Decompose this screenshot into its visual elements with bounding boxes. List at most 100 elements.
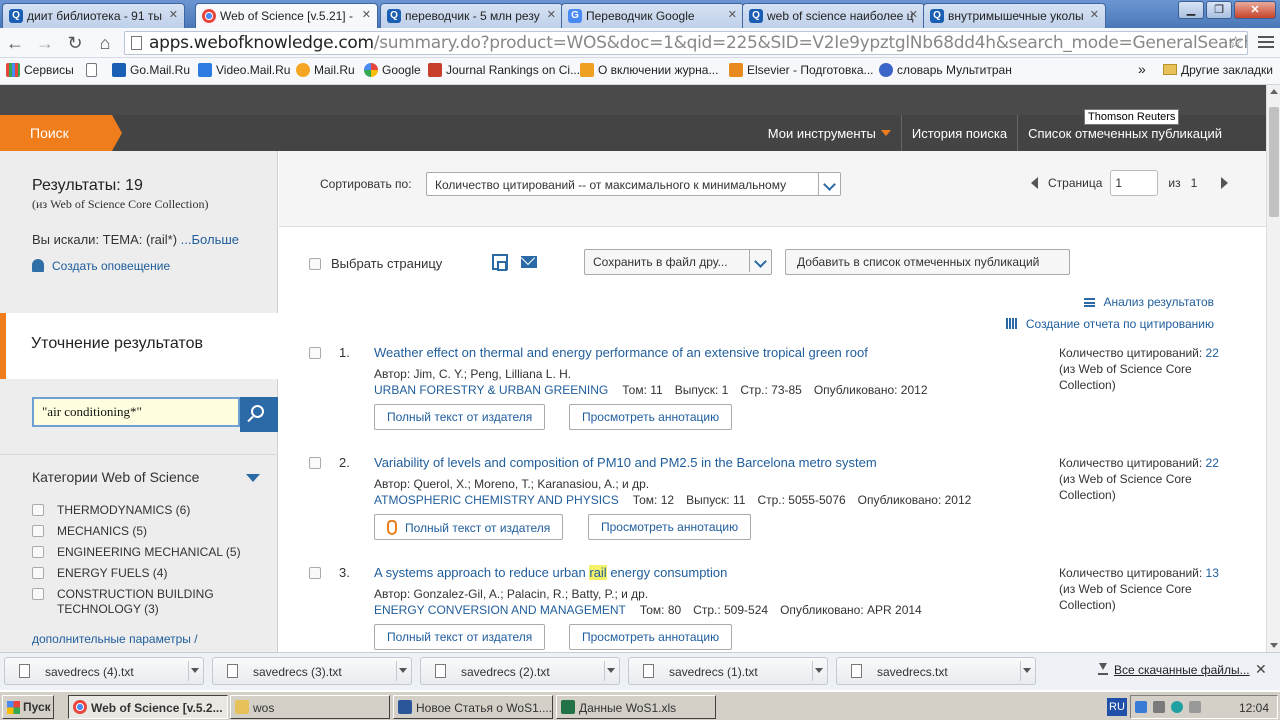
checkbox[interactable] [32, 546, 44, 558]
sort-select[interactable]: Количество цитирований -- от максимально… [426, 172, 841, 196]
full-text-button[interactable]: Полный текст от издателя [374, 404, 546, 430]
close-icon[interactable]: ✕ [1255, 661, 1267, 678]
close-tab-icon[interactable]: ✕ [169, 8, 178, 21]
bookmark-item[interactable]: Video.Mail.Ru [198, 63, 290, 77]
collapse-arrow-icon[interactable] [246, 474, 260, 482]
view-abstract-button[interactable]: Просмотреть аннотацию [569, 624, 733, 650]
taskbar-item[interactable]: wos [230, 695, 390, 719]
journal-link[interactable]: ENERGY CONVERSION AND MANAGEMENT [374, 603, 626, 617]
times-cited-link[interactable]: 13 [1206, 566, 1219, 580]
checkbox[interactable] [32, 588, 44, 600]
add-to-marked-list-button[interactable]: Добавить в список отмеченных публикаций [785, 249, 1070, 275]
chevron-down-icon[interactable] [607, 668, 615, 673]
full-text-button[interactable]: Полный текст от издателя [374, 514, 564, 540]
network-icon[interactable] [1135, 701, 1147, 713]
category-item[interactable]: MECHANICS (5) [32, 524, 277, 545]
all-downloads-link[interactable]: Все скачанные файлы... [1098, 663, 1250, 677]
bookmarks-more[interactable]: » [1138, 61, 1146, 77]
taskbar-item[interactable]: Новое Статья о WoS1.... [393, 695, 553, 719]
citation-report-link[interactable]: Создание отчета по цитированию [1005, 317, 1214, 331]
journal-link[interactable]: ATMOSPHERIC CHEMISTRY AND PHYSICS [374, 493, 619, 507]
chevron-down-icon[interactable] [191, 668, 199, 673]
browser-tab[interactable]: G Переводчик Google ✕ [561, 3, 744, 28]
close-tab-icon[interactable]: ✕ [909, 8, 918, 21]
bookmark-item[interactable]: Go.Mail.Ru [112, 63, 190, 77]
address-bar[interactable]: apps.webofknowledge.com/summary.do?produ… [124, 31, 1248, 55]
close-tab-icon[interactable]: ✕ [547, 8, 556, 21]
download-item[interactable]: savedrecs.txt [836, 657, 1036, 685]
close-tab-icon[interactable]: ✕ [728, 8, 737, 21]
browser-tab[interactable]: Qдиит библиотека - 91 ты ✕ [2, 3, 185, 28]
minimize-icon[interactable]: ▁ [1178, 1, 1204, 19]
other-bookmarks[interactable]: Другие закладки [1163, 63, 1273, 77]
chevron-down-icon[interactable] [815, 668, 823, 673]
close-window-icon[interactable]: ✕ [1234, 1, 1276, 19]
checkbox[interactable] [309, 457, 321, 469]
more-link[interactable]: ...Больше [181, 232, 239, 247]
browser-tab[interactable]: Qпереводчик - 5 млн резу ✕ [380, 3, 563, 28]
bookmark-item[interactable]: Elsevier - Подготовка... [729, 63, 874, 77]
refine-search-input[interactable]: "air conditioning*" [32, 397, 240, 427]
scroll-down-icon[interactable] [1270, 643, 1278, 648]
email-icon[interactable] [521, 256, 537, 268]
next-page-icon[interactable] [1221, 177, 1229, 189]
analyze-results-link[interactable]: Анализ результатов [1084, 295, 1214, 309]
category-item[interactable]: THERMODYNAMICS (6) [32, 503, 277, 524]
bookmark-item[interactable]: Google [364, 63, 421, 77]
browser-tab[interactable]: Qвнутримышечные уколы ✕ [923, 3, 1106, 28]
maximize-icon[interactable]: ❐ [1206, 1, 1232, 19]
close-tab-icon[interactable]: ✕ [362, 8, 371, 21]
category-item[interactable]: CONSTRUCTION BUILDING TECHNOLOGY (3) [32, 587, 277, 623]
select-page[interactable]: Выбрать страницу [309, 256, 442, 271]
bookmark-item[interactable]: О включении журна... [580, 63, 718, 77]
volume-icon[interactable] [1153, 701, 1165, 713]
bookmark-star-icon[interactable]: ☆ [1228, 33, 1243, 53]
language-indicator[interactable]: RU [1107, 698, 1127, 716]
forward-icon[interactable]: → [34, 32, 56, 54]
checkbox[interactable] [309, 347, 321, 359]
full-text-button[interactable]: Полный текст от издателя [374, 624, 546, 650]
view-abstract-button[interactable]: Просмотреть аннотацию [569, 404, 733, 430]
bookmark-item[interactable] [86, 63, 101, 77]
category-item[interactable]: ENGINEERING MECHANICAL (5) [32, 545, 277, 566]
browser-tab-active[interactable]: Web of Science [v.5.21] - ✕ [195, 3, 378, 29]
category-item[interactable]: ENERGY FUELS (4) [32, 566, 277, 587]
search-tab[interactable]: Поиск [0, 115, 122, 151]
record-title[interactable]: A systems approach to reduce urban rail … [374, 565, 727, 580]
tray-app-icon[interactable] [1171, 701, 1183, 713]
checkbox[interactable] [32, 567, 44, 579]
create-alert-link[interactable]: Создать оповещение [32, 259, 277, 273]
back-icon[interactable]: ← [4, 32, 26, 54]
download-item[interactable]: savedrecs (2).txt [420, 657, 620, 685]
page-scrollbar[interactable] [1266, 85, 1280, 652]
record-title[interactable]: Variability of levels and composition of… [374, 455, 877, 470]
download-item[interactable]: savedrecs (1).txt [628, 657, 828, 685]
taskbar-item[interactable]: Данные WoS1.xls [556, 695, 716, 719]
scroll-up-icon[interactable] [1270, 89, 1278, 94]
search-history-link[interactable]: История поиска [900, 115, 1017, 151]
checkbox[interactable] [32, 525, 44, 537]
checkbox[interactable] [309, 567, 321, 579]
bookmark-item[interactable]: Сервисы [6, 63, 74, 77]
categories-title[interactable]: Категории Web of Science [32, 469, 199, 485]
times-cited-link[interactable]: 22 [1206, 346, 1219, 360]
save-to-file-select[interactable]: Сохранить в файл дру... [584, 249, 772, 275]
refine-search-button[interactable] [240, 397, 278, 432]
bookmark-item[interactable]: Journal Rankings on Ci... [428, 63, 580, 77]
checkbox[interactable] [32, 504, 44, 516]
reload-icon[interactable]: ↻ [64, 32, 86, 54]
home-icon[interactable]: ⌂ [94, 32, 116, 54]
chevron-down-icon[interactable] [1023, 668, 1031, 673]
my-tools-menu[interactable]: Мои инструменты [758, 115, 901, 151]
download-item[interactable]: savedrecs (3).txt [212, 657, 412, 685]
checkbox[interactable] [309, 258, 321, 270]
bookmark-item[interactable]: Mail.Ru [296, 63, 355, 77]
scroll-thumb[interactable] [1269, 107, 1279, 217]
times-cited-link[interactable]: 22 [1206, 456, 1219, 470]
journal-link[interactable]: URBAN FORESTRY & URBAN GREENING [374, 383, 608, 397]
tray-app-icon[interactable] [1189, 701, 1201, 713]
close-tab-icon[interactable]: ✕ [1090, 8, 1099, 21]
record-title[interactable]: Weather effect on thermal and energy per… [374, 345, 868, 360]
bookmark-item[interactable]: словарь Мультитран [879, 63, 1012, 77]
menu-icon[interactable] [1258, 36, 1274, 50]
